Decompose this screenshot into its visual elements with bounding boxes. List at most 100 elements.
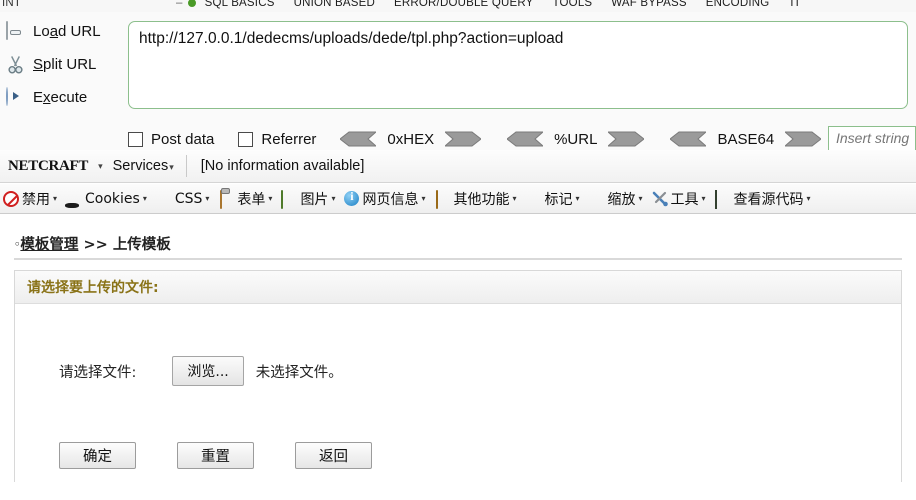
url-input[interactable]: http://127.0.0.1/dedecms/uploads/dede/tp… (128, 21, 908, 109)
referrer-checkbox-box[interactable] (238, 131, 254, 147)
css-pencil-icon (156, 191, 172, 207)
caret-down-icon: ▾ (331, 194, 336, 203)
base64-label: BASE64 (717, 130, 775, 148)
hex-label: 0xHEX (387, 130, 435, 148)
services-caret-icon: ▾ (169, 162, 174, 172)
status-dot-icon (187, 0, 196, 7)
post-data-checkbox-box[interactable] (128, 131, 143, 147)
netcraft-services-label: Services (112, 158, 169, 174)
netcraft-info-text: [No information available] (200, 158, 365, 174)
view-source-icon (714, 189, 731, 209)
panel-title: 请选择要上传的文件: (27, 280, 159, 296)
menu-item-sql-basics[interactable]: SQL BASICS (205, 0, 275, 9)
breadcrumb-link-template-manage[interactable]: 模板管理 (20, 237, 78, 253)
hex-decode-arrow-icon[interactable] (340, 131, 377, 147)
base64-encode-arrow-icon[interactable] (785, 131, 822, 147)
split-url-button[interactable]: Split URL (0, 48, 123, 81)
post-data-label: Post data (151, 130, 215, 148)
webdev-item-cookies[interactable]: Cookies ▾ (66, 191, 147, 207)
caret-down-icon: ▾ (575, 194, 580, 203)
menu-item-error-double-query[interactable]: ERROR/DOUBLE QUERY (394, 0, 534, 9)
upload-panel-body: 请选择文件: 浏览... 未选择文件。 确定 重置 返回 (15, 304, 901, 482)
load-url-button[interactable]: Load URL (0, 15, 123, 48)
scissors-icon (6, 55, 26, 75)
url-encode-arrow-icon[interactable] (608, 131, 645, 147)
page-content: ◦模板管理 >> 上传模板 请选择要上传的文件: 请选择文件: 浏览... 未选… (0, 214, 916, 500)
disable-icon (3, 190, 19, 207)
webdev-label-outline: 标记 (544, 191, 573, 208)
webdev-item-disable[interactable]: 禁用 ▾ (3, 189, 57, 209)
hex-encode-arrow-icon[interactable] (445, 131, 482, 147)
webdev-item-resize[interactable]: 缩放 ▾ (589, 189, 643, 209)
browser-window: INT – SQL BASICS UNION BASED ERROR/DOUBL… (0, 0, 916, 500)
webdev-item-css[interactable]: CSS ▾ (156, 191, 210, 207)
webdev-label-disable: 禁用 (22, 191, 50, 208)
form-clipboard-icon (218, 189, 234, 209)
webdev-item-outline[interactable]: 标记 ▾ (525, 189, 579, 209)
execute-label: Execute (33, 89, 88, 106)
breadcrumb-current: 上传模板 (112, 236, 171, 253)
caret-down-icon: ▾ (638, 194, 643, 203)
image-icon (281, 189, 297, 209)
webdev-item-page-info[interactable]: 网页信息 ▾ (344, 189, 425, 209)
webdev-item-forms[interactable]: 表单 ▾ (218, 189, 272, 209)
menu-item-ti[interactable]: TI (788, 0, 799, 9)
webdev-label-cookies: Cookies (85, 190, 140, 207)
caret-down-icon: ▾ (53, 194, 58, 203)
caret-down-icon: ▾ (142, 194, 147, 203)
base64-decode-arrow-icon[interactable] (670, 131, 707, 147)
info-icon (344, 189, 360, 206)
post-data-checkbox[interactable]: Post data (128, 131, 214, 148)
webdev-label-view-source: 查看源代码 (733, 191, 804, 208)
marker-pencil-icon (525, 191, 541, 207)
tools-glyph (652, 191, 668, 206)
load-url-label: Load URL (33, 23, 101, 40)
play-icon (6, 86, 26, 108)
caret-down-icon: ▾ (268, 194, 273, 203)
menu-item-tools[interactable]: TOOLS (553, 0, 593, 9)
netcraft-toolbar: NETCRAFT ▾ Services▾ [No information ava… (0, 150, 916, 183)
webdev-item-tools[interactable]: 工具 ▾ (652, 189, 706, 209)
referrer-label: Referrer (261, 130, 317, 148)
webdev-label-forms: 表单 (237, 191, 266, 208)
form-button-row: 确定 重置 返回 (15, 442, 413, 469)
scissors-glyph (8, 55, 23, 74)
referrer-checkbox[interactable]: Referrer (238, 131, 316, 148)
caret-down-icon: ▾ (205, 194, 210, 203)
breadcrumb: ◦模板管理 >> 上传模板 (14, 228, 902, 260)
upload-panel: 请选择要上传的文件: 请选择文件: 浏览... 未选择文件。 确定 重置 返回 (14, 270, 902, 482)
insert-string-input[interactable]: Insert string (828, 126, 916, 152)
split-url-label: Split URL (33, 56, 97, 73)
load-url-icon (6, 20, 26, 42)
webdev-item-view-source[interactable]: 查看源代码 ▾ (714, 189, 811, 209)
netcraft-services-menu[interactable]: Services▾ (113, 158, 174, 174)
caret-down-icon: ▾ (701, 194, 706, 203)
webdev-label-images: 图片 (300, 191, 329, 208)
url-decode-arrow-icon[interactable] (507, 131, 544, 147)
menu-item-union-based[interactable]: UNION BASED (294, 0, 375, 9)
webdev-label-page-info: 网页信息 (362, 191, 419, 208)
hackbar-action-list: Load URL Split URL Execute (0, 12, 123, 117)
upload-panel-header: 请选择要上传的文件: (15, 271, 901, 304)
menu-item-encoding[interactable]: ENCODING (706, 0, 770, 9)
browse-button[interactable]: 浏览... (172, 356, 244, 386)
netcraft-menu-caret-icon[interactable]: ▾ (98, 161, 103, 172)
webdev-label-misc: 其他功能 (453, 191, 510, 208)
file-status-text: 未选择文件。 (255, 364, 343, 381)
netcraft-logo: NETCRAFT (6, 157, 90, 176)
webdev-item-misc[interactable]: 其他功能 ▾ (434, 189, 516, 209)
webdeveloper-toolbar: 禁用 ▾ Cookies ▾ CSS ▾ 表单 ▾ 图片 ▾ 网页信息 ▾ (0, 184, 916, 214)
reset-button[interactable]: 重置 (177, 442, 254, 469)
submit-button[interactable]: 确定 (59, 442, 136, 469)
url-encoder-group: %URL (507, 131, 645, 148)
file-select-row: 请选择文件: 浏览... 未选择文件。 (15, 356, 343, 386)
webdev-label-resize: 缩放 (607, 191, 636, 208)
back-button[interactable]: 返回 (295, 442, 372, 469)
hex-encoder-group: 0xHEX (340, 130, 482, 148)
menu-item-waf-bypass[interactable]: WAF BYPASS (611, 0, 687, 9)
zoom-pencil-icon (589, 191, 605, 207)
execute-button[interactable]: Execute (0, 81, 123, 114)
breadcrumb-separator: >> (78, 236, 113, 253)
file-select-label: 请选择文件: (59, 364, 137, 381)
webdev-item-images[interactable]: 图片 ▾ (281, 189, 335, 209)
